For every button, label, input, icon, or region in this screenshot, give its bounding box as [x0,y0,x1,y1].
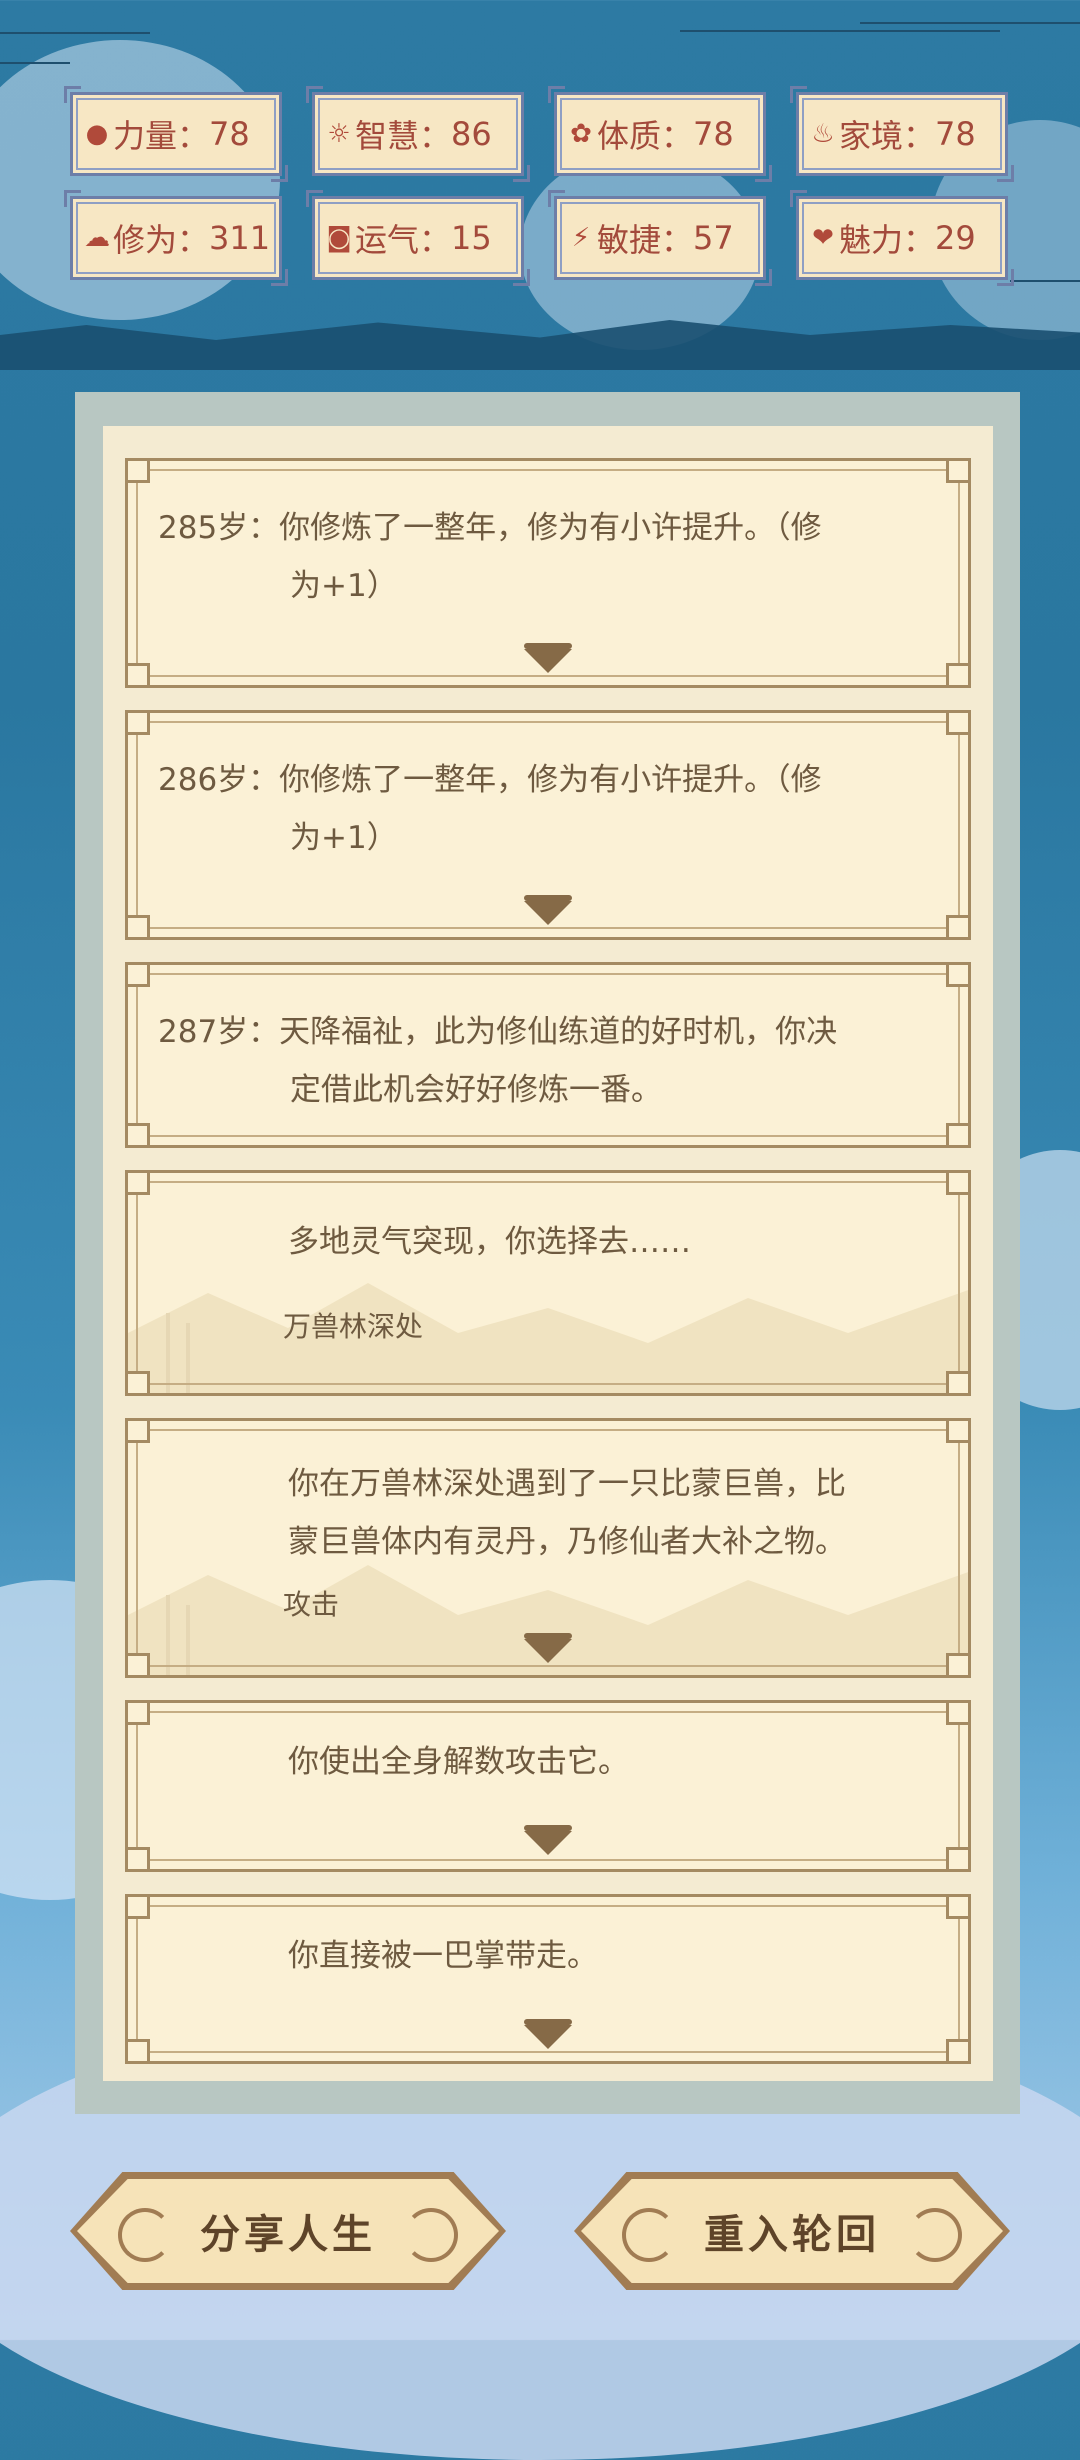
stat-family: ♨ 家境： 78 [790,86,1014,182]
stat-wisdom: ☼ 智慧： 86 [306,86,530,182]
event-card: 你使出全身解数攻击它。 [125,1700,971,1872]
strength-icon: ● [85,119,109,149]
event-choice-card: 多地灵气突现，你选择去…… 万兽林深处 [125,1170,971,1396]
charm-icon: ❤ [812,223,834,253]
expand-arrow-icon[interactable] [524,2019,572,2049]
expand-arrow-icon[interactable] [524,1825,572,1855]
choice-option[interactable]: 攻击 [283,1583,339,1623]
event-text: 你修炼了一整年，修为有小许提升。（修 [279,510,822,546]
constitution-icon: ✿ [570,119,592,149]
cultivation-icon: ☁ [84,223,110,253]
event-age: 285岁： [158,510,280,546]
event-text: 你在万兽林深处遇到了一只比蒙巨兽，比 [288,1466,846,1502]
family-icon: ♨ [811,119,835,149]
stat-constitution: ✿ 体质： 78 [548,86,772,182]
event-text: 多地灵气突现，你选择去…… [288,1224,691,1260]
event-text-cont: 为+1） [290,820,398,856]
event-choice-card: 你在万兽林深处遇到了一只比蒙巨兽，比 蒙巨兽体内有灵丹，乃修仙者大补之物。 攻击 [125,1418,971,1678]
stats-panel: ● 力量： 78 ☼ 智慧： 86 ✿ 体质： 78 ♨ 家境： 78 ☁ 修为： 311 ◙ 运气：… [64,86,1014,286]
stat-charm: ❤ 魅力： 29 [790,190,1014,286]
stat-luck: ◙ 运气： 15 [306,190,530,286]
event-age: 287岁： [158,1014,280,1050]
event-text-cont: 蒙巨兽体内有灵丹，乃修仙者大补之物。 [288,1524,846,1560]
event-text: 你修炼了一整年，修为有小许提升。（修 [279,762,822,798]
agility-icon: ⚡ [571,223,591,253]
stat-agility: ⚡ 敏捷： 57 [548,190,772,286]
event-log-paper: 285岁：你修炼了一整年，修为有小许提升。（修 为+1） 286岁：你修炼了一整年… [103,426,993,2081]
choice-option[interactable]: 万兽林深处 [283,1305,423,1345]
stat-cultivation: ☁ 修为： 311 [64,190,288,286]
event-age: 286岁： [158,762,280,798]
event-log-panel[interactable]: 285岁：你修炼了一整年，修为有小许提升。（修 为+1） 286岁：你修炼了一整年… [75,392,1020,2114]
luck-icon: ◙ [326,223,352,253]
event-text: 你直接被一巴掌带走。 [288,1938,598,1974]
event-card: 287岁：天降福祉，此为修仙练道的好时机，你决定借此机会好好修炼一番。 [125,962,971,1148]
wisdom-icon: ☼ [327,119,351,149]
expand-arrow-icon[interactable] [524,643,572,673]
event-card: 285岁：你修炼了一整年，修为有小许提升。（修为+1） [125,458,971,688]
event-card: 286岁：你修炼了一整年，修为有小许提升。（修为+1） [125,710,971,940]
stat-strength: ● 力量： 78 [64,86,288,182]
event-text-cont: 定借此机会好好修炼一番。 [290,1072,662,1108]
event-text: 天降福祉，此为修仙练道的好时机，你决 [279,1014,838,1050]
reincarnate-button[interactable]: 重入轮回 [574,2172,1010,2290]
event-text-cont: 为+1） [290,568,398,604]
share-life-button[interactable]: 分享人生 [70,2172,506,2290]
event-text: 你使出全身解数攻击它。 [288,1744,629,1780]
expand-arrow-icon[interactable] [524,895,572,925]
event-card: 你直接被一巴掌带走。 [125,1894,971,2064]
expand-arrow-icon[interactable] [524,1633,572,1663]
